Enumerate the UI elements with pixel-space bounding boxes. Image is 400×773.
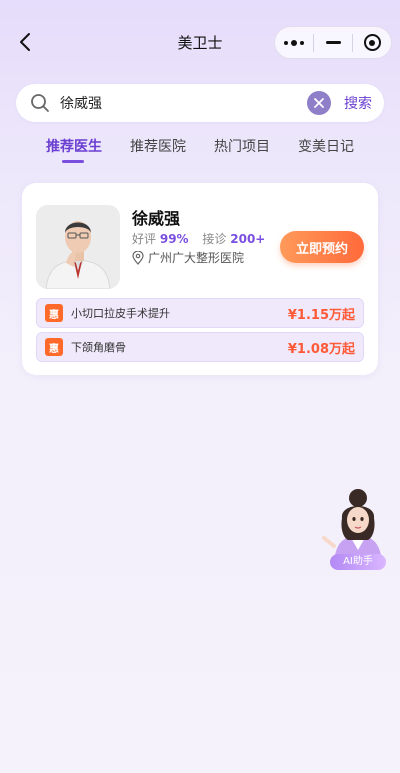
search-icon <box>31 94 49 112</box>
doctor-name: 徐威强 <box>132 209 181 228</box>
book-appointment-button[interactable]: 立即预约 <box>280 231 364 263</box>
ai-assistant-label: AI助手 <box>330 554 386 570</box>
rating-label: 好评 <box>132 232 157 246</box>
nav-bar: 美卫士 <box>0 0 400 86</box>
tab-popular-projects[interactable]: 热门项目 <box>214 136 270 156</box>
project-name: 小切口拉皮手术提升 <box>71 307 170 320</box>
tab-recommended-hospitals[interactable]: 推荐医院 <box>130 136 186 156</box>
search-button[interactable]: 搜索 <box>344 93 372 113</box>
rating-value: 99% <box>159 232 189 246</box>
clear-search-button[interactable] <box>307 91 331 115</box>
minus-icon <box>325 41 341 44</box>
more-button[interactable] <box>275 27 313 58</box>
doctor-hospital: 广州广大整形医院 <box>132 249 244 266</box>
target-icon <box>363 34 381 51</box>
hospital-name: 广州广大整形医院 <box>148 251 245 265</box>
active-tab-indicator <box>62 160 84 163</box>
close-icon <box>314 98 324 108</box>
close-mini-program-button[interactable] <box>353 27 391 58</box>
project-name: 下颌角磨骨 <box>71 341 126 354</box>
consult-label: 接诊 <box>202 232 227 246</box>
project-item[interactable]: 惠 下颌角磨骨 ¥1.08万起 <box>36 332 364 362</box>
doctor-photo-icon <box>36 205 120 289</box>
tab-beauty-diary[interactable]: 变美日记 <box>298 136 354 156</box>
discount-badge: 惠 <box>45 304 63 322</box>
category-tabs: 推荐医生 推荐医院 热门项目 变美日记 <box>0 132 400 168</box>
location-pin-icon <box>132 250 144 265</box>
doctor-card[interactable]: 徐威强 好评 99% 接诊 200+ 广州广大整形医院 立即预约 惠 小切口拉皮… <box>22 183 378 375</box>
ai-assistant-button[interactable]: AI助手 <box>320 484 390 570</box>
tab-recommended-doctors[interactable]: 推荐医生 <box>46 136 102 156</box>
project-price: ¥1.15万起 <box>287 307 355 323</box>
doctor-avatar <box>36 205 120 289</box>
ai-assistant-avatar-icon <box>322 489 382 562</box>
consult-value: 200+ <box>230 232 266 246</box>
discount-badge: 惠 <box>45 338 63 356</box>
project-item[interactable]: 惠 小切口拉皮手术提升 ¥1.15万起 <box>36 298 364 328</box>
mini-program-capsule <box>274 26 392 59</box>
project-price: ¥1.08万起 <box>287 341 355 357</box>
doctor-stats: 好评 99% 接诊 200+ <box>132 230 275 247</box>
more-dots-icon <box>284 39 304 46</box>
minimize-button[interactable] <box>314 27 352 58</box>
search-bar: 搜索 <box>16 84 384 122</box>
search-input[interactable] <box>60 88 290 118</box>
